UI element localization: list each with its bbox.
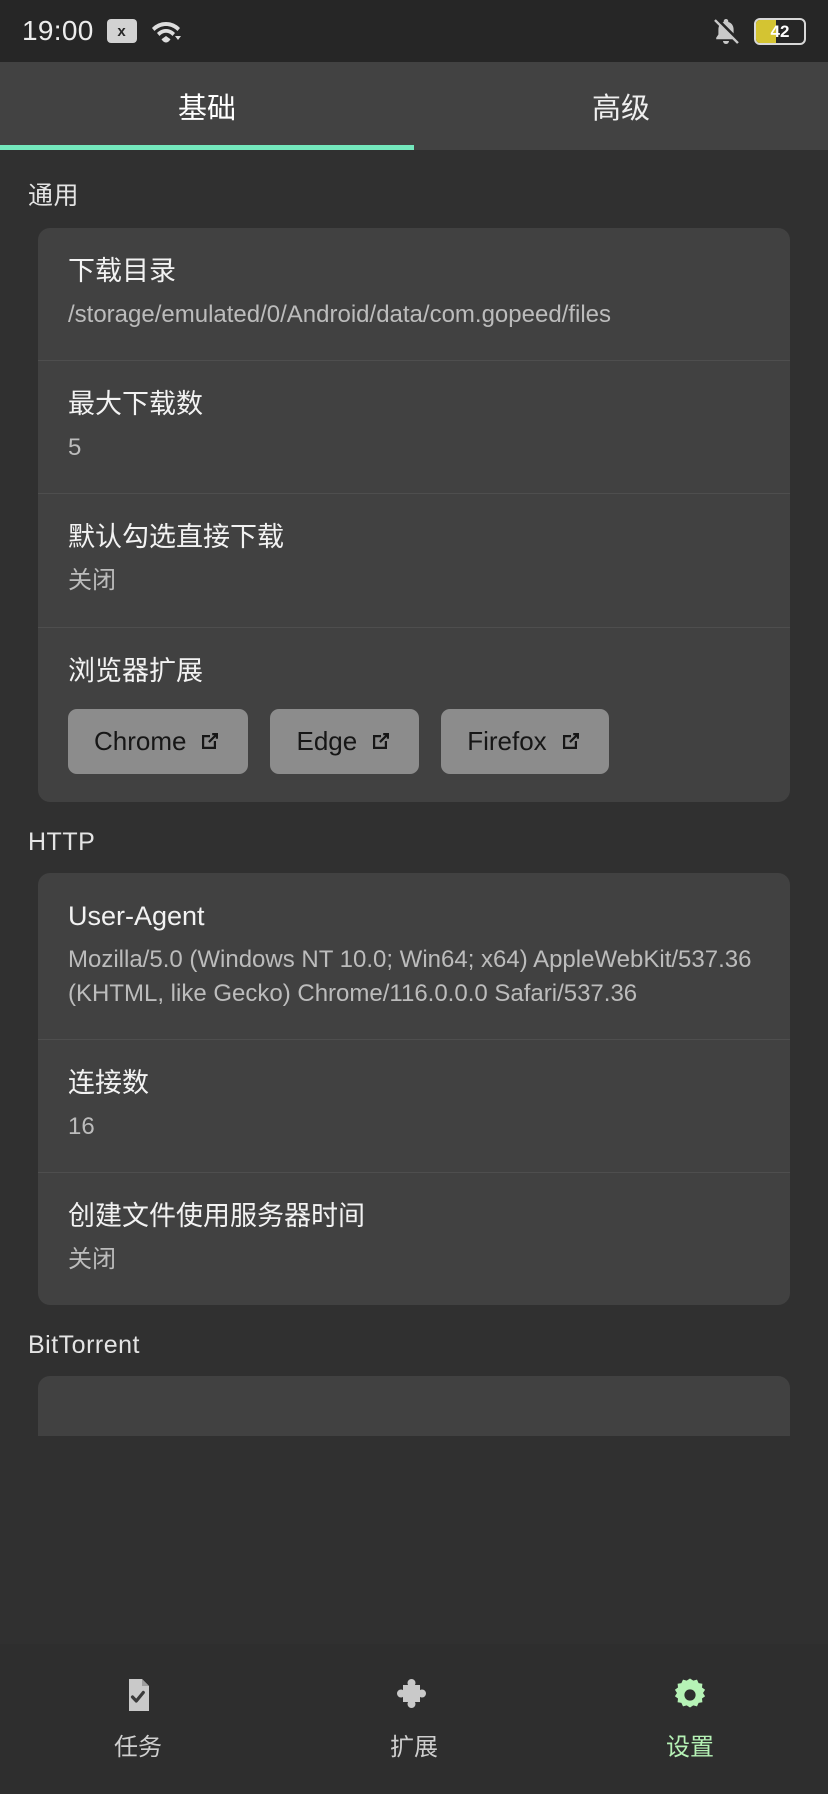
settings-scroll-area[interactable]: 通用 下载目录 /storage/emulated/0/Android/data…: [0, 150, 828, 1644]
setting-value: 5: [68, 434, 82, 462]
setting-title: 浏览器扩展: [68, 655, 203, 686]
bottom-navigation-bar: 任务 扩展 设置: [0, 1644, 828, 1794]
battery-level: 42: [770, 21, 790, 41]
puzzle-piece-icon: [395, 1676, 433, 1714]
setting-value: /storage/emulated/0/Android/data/com.gop…: [68, 301, 612, 329]
bell-mute-icon: [712, 16, 741, 46]
nav-item-tasks[interactable]: 任务: [0, 1676, 276, 1762]
bittorrent-settings-card[interactable]: [38, 1376, 790, 1437]
setting-title: 最大下载数: [68, 389, 203, 420]
edge-extension-label: Edge: [296, 725, 358, 756]
setting-value: 关闭: [68, 567, 116, 595]
wifi-icon: [150, 18, 182, 44]
settings-tab-bar: 基础 高级: [0, 62, 828, 150]
setting-value: 16: [68, 1112, 95, 1140]
setting-value: 关闭: [68, 1246, 116, 1274]
nav-item-settings[interactable]: 设置: [552, 1676, 828, 1762]
status-bar-left: 19:00 x: [22, 15, 182, 47]
tab-advanced[interactable]: 高级: [414, 62, 828, 150]
general-settings-card: 下载目录 /storage/emulated/0/Android/data/co…: [38, 228, 790, 802]
setting-row-user-agent[interactable]: User-Agent Mozilla/5.0 (Windows NT 10.0;…: [38, 873, 790, 1040]
external-link-icon: [369, 729, 393, 753]
setting-row-use-server-time[interactable]: 创建文件使用服务器时间 关闭: [38, 1173, 790, 1305]
setting-row-max-downloads[interactable]: 最大下载数 5: [38, 361, 790, 495]
nav-item-extensions-label: 扩展: [390, 1734, 438, 1761]
status-bar: 19:00 x 42: [0, 0, 828, 62]
section-header-http: HTTP: [28, 827, 96, 856]
firefox-extension-button[interactable]: Firefox: [441, 708, 609, 774]
tab-basic-label: 基础: [177, 93, 236, 125]
nav-item-tasks-label: 任务: [114, 1734, 162, 1761]
battery-icon: 42: [754, 17, 806, 45]
setting-value: Mozilla/5.0 (Windows NT 10.0; Win64; x64…: [68, 945, 752, 1007]
setting-title: 创建文件使用服务器时间: [68, 1201, 365, 1232]
external-link-icon: [559, 729, 583, 753]
setting-row-default-direct-download[interactable]: 默认勾选直接下载 关闭: [38, 494, 790, 628]
gear-icon: [671, 1676, 709, 1714]
file-check-icon: [119, 1676, 157, 1714]
browser-extension-buttons: Chrome Edge Firefox: [68, 708, 760, 774]
tab-advanced-label: 高级: [591, 93, 650, 125]
nav-item-extensions[interactable]: 扩展: [276, 1676, 552, 1762]
status-bar-right: 42: [712, 16, 806, 46]
http-settings-card: User-Agent Mozilla/5.0 (Windows NT 10.0;…: [38, 872, 790, 1306]
chrome-extension-label: Chrome: [94, 725, 187, 756]
chrome-extension-button[interactable]: Chrome: [68, 708, 249, 774]
section-header-general: 通用: [28, 182, 80, 210]
setting-row-download-dir[interactable]: 下载目录 /storage/emulated/0/Android/data/co…: [38, 228, 790, 362]
setting-title: 默认勾选直接下载: [68, 522, 284, 553]
tab-basic[interactable]: 基础: [0, 62, 414, 150]
edge-extension-button[interactable]: Edge: [270, 708, 420, 774]
setting-title: 下载目录: [68, 256, 176, 286]
status-clock: 19:00: [22, 15, 94, 46]
app-screen: 19:00 x 42 基础 高级 通用 下载目录 /storage/emulat…: [0, 0, 828, 1794]
nav-item-settings-label: 设置: [666, 1734, 714, 1761]
external-link-icon: [198, 729, 222, 753]
setting-title: User-Agent: [68, 900, 205, 931]
firefox-extension-label: Firefox: [467, 725, 547, 756]
setting-row-connections[interactable]: 连接数 16: [38, 1040, 790, 1174]
setting-title: 连接数: [68, 1067, 149, 1098]
sim-card-icon: x: [106, 19, 137, 43]
section-header-bittorrent: BitTorrent: [28, 1331, 140, 1360]
setting-row-browser-extensions: 浏览器扩展 Chrome Edge Firefox: [38, 628, 790, 802]
